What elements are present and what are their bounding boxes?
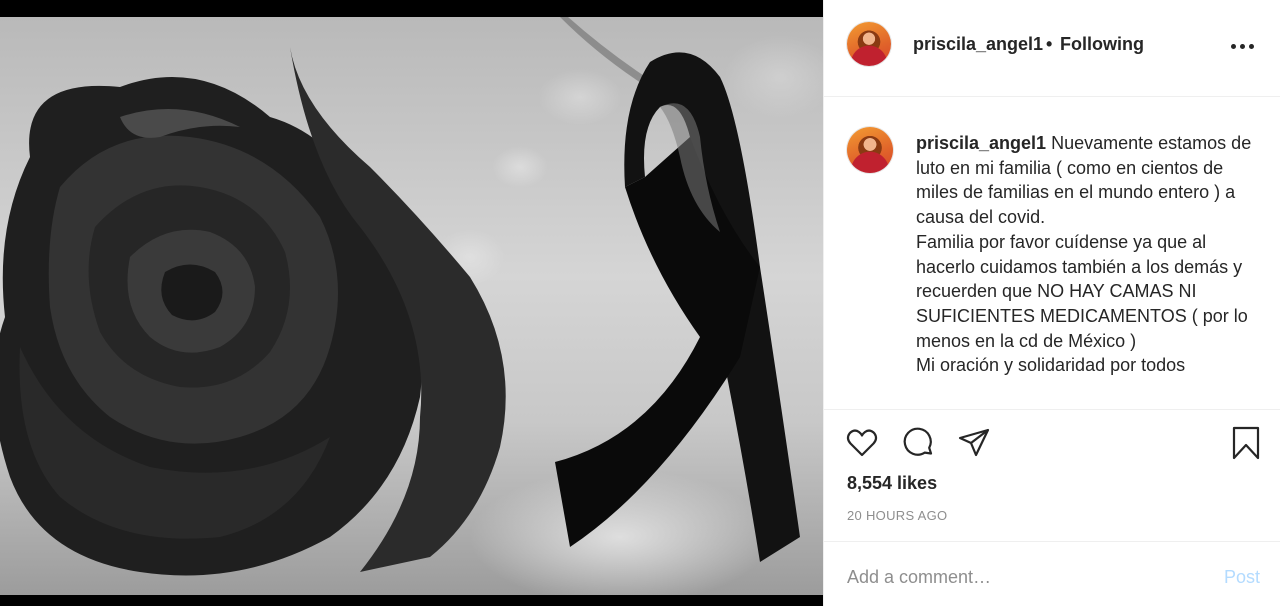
following-button[interactable]: Following	[1060, 34, 1144, 55]
caption-username[interactable]: priscila_angel1	[916, 133, 1046, 153]
post-image-viewer[interactable]	[0, 0, 823, 606]
heart-icon[interactable]	[844, 425, 880, 461]
author-username[interactable]: priscila_angel1	[913, 34, 1043, 55]
likes-count[interactable]: 8,554 likes	[847, 473, 937, 494]
paper-plane-icon[interactable]	[956, 425, 992, 461]
comment-input[interactable]	[847, 562, 1197, 592]
more-options-icon[interactable]	[1229, 36, 1257, 56]
header-separator: •	[1046, 34, 1053, 54]
caption-text: Nuevamente estamos de luto en mi familia…	[916, 133, 1252, 376]
comment-bubble-icon[interactable]	[900, 425, 936, 461]
caption-divider	[824, 409, 1280, 410]
rose-and-ribbon-illustration	[0, 17, 800, 576]
post-timestamp[interactable]: 20 HOURS AGO	[847, 508, 947, 523]
caption-section: priscila_angel1 Nuevamente estamos de lu…	[824, 97, 1280, 409]
bookmark-icon[interactable]	[1228, 425, 1264, 461]
caption-author-avatar[interactable]	[847, 127, 893, 173]
post-side-panel: priscila_angel1 • Following priscila_ang…	[823, 0, 1280, 606]
post-comment-button[interactable]: Post	[1224, 567, 1260, 588]
caption-text-block: priscila_angel1 Nuevamente estamos de lu…	[916, 131, 1256, 378]
comment-divider	[824, 541, 1280, 542]
author-avatar[interactable]	[847, 22, 891, 66]
